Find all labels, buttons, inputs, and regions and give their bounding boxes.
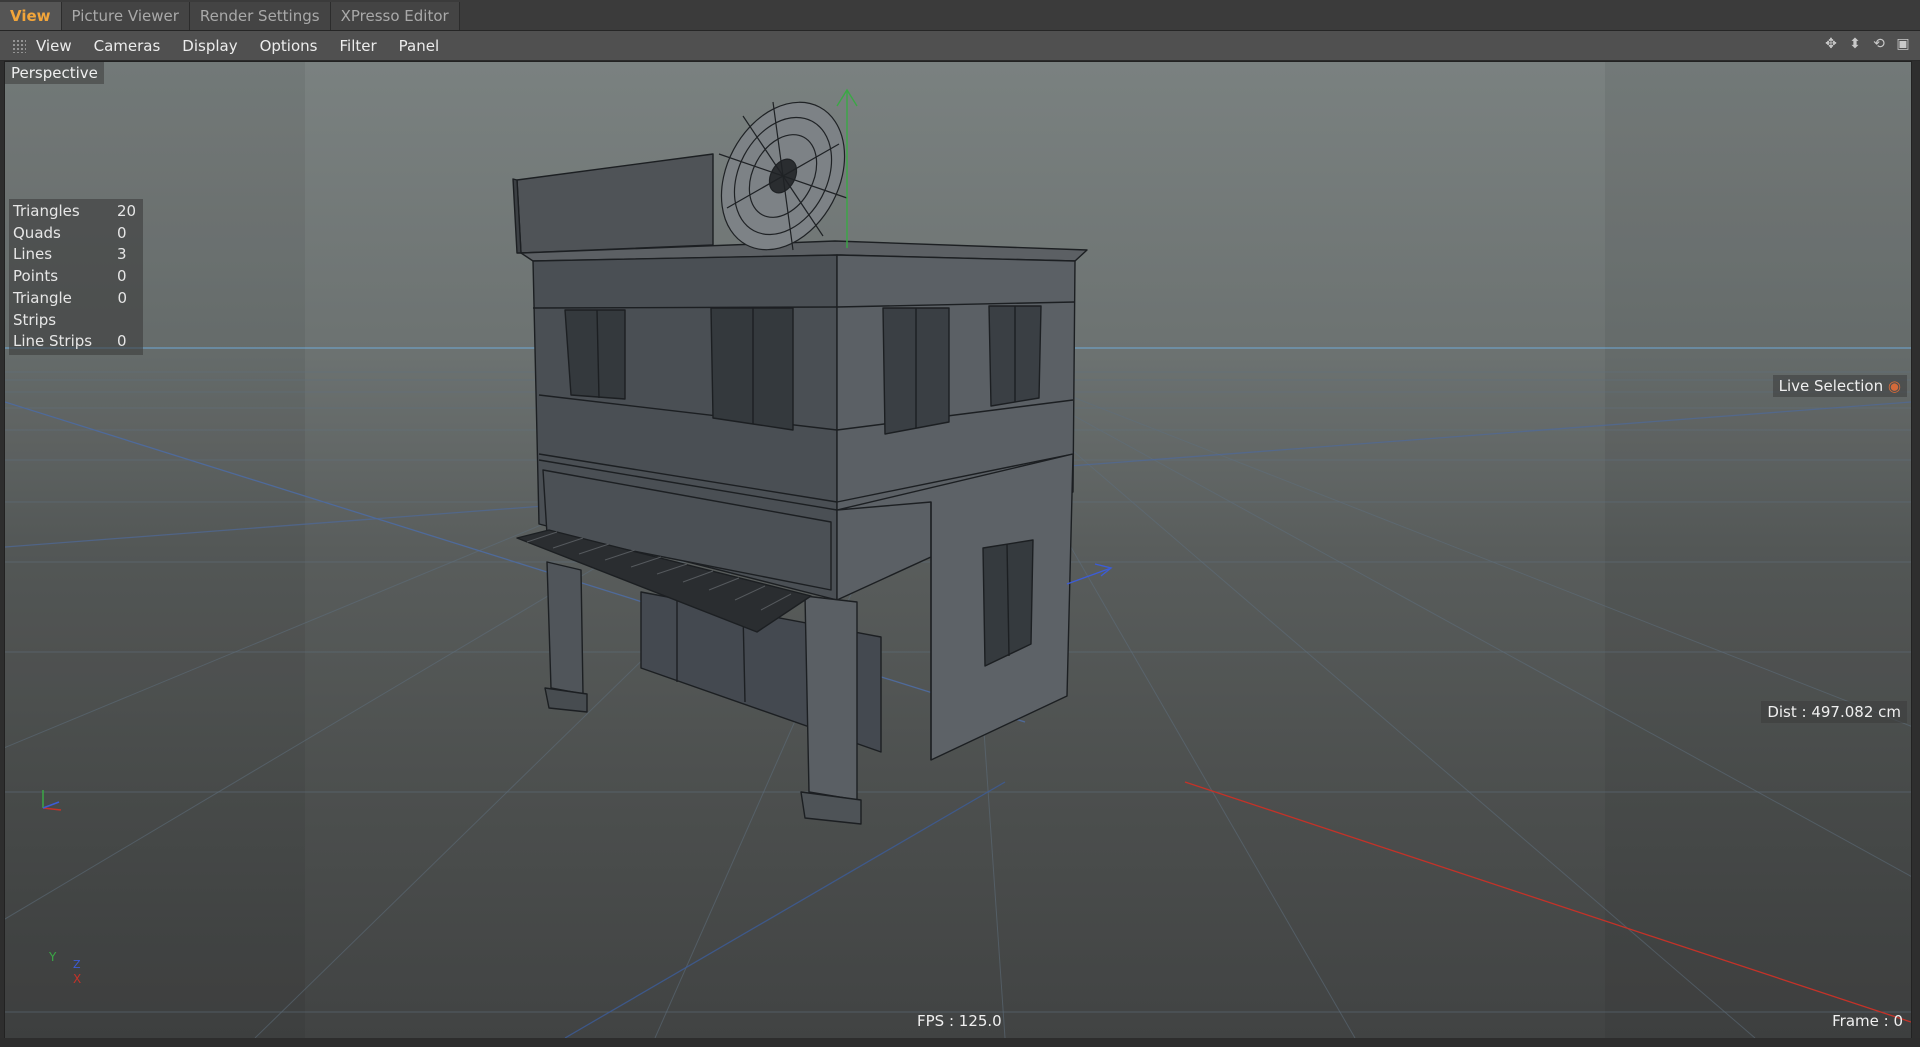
menu-panel[interactable]: Panel: [399, 37, 439, 55]
fps-readout: FPS : 125.0: [917, 1012, 1002, 1030]
panel-grip-icon[interactable]: [12, 38, 26, 53]
bottom-strip: [0, 1038, 1920, 1047]
dolly-icon[interactable]: ⬍: [1846, 35, 1864, 53]
viewport-menu-bar: View Cameras Display Options Filter Pane…: [0, 31, 1920, 61]
camera-label: Perspective: [5, 62, 104, 84]
menu-cameras[interactable]: Cameras: [94, 37, 161, 55]
stat-row: Line Strips 0: [13, 332, 127, 351]
menu-filter[interactable]: Filter: [339, 37, 376, 55]
viewport-scene: [5, 62, 1911, 1038]
menu-display[interactable]: Display: [182, 37, 237, 55]
tab-view[interactable]: View: [0, 2, 62, 30]
stat-row: Triangle Strips 0: [13, 288, 128, 329]
axis-x-label: X: [73, 972, 82, 986]
rotate-view-icon[interactable]: ⟲: [1870, 35, 1888, 53]
live-selection-icon: ◉: [1887, 377, 1901, 395]
tab-xpresso-editor[interactable]: XPresso Editor: [330, 2, 460, 30]
axis-y-label: Y: [49, 950, 57, 964]
menu-options[interactable]: Options: [260, 37, 318, 55]
tab-picture-viewer[interactable]: Picture Viewer: [61, 2, 190, 30]
tab-render-settings[interactable]: Render Settings: [189, 2, 331, 30]
building-model: [512, 153, 1088, 825]
stat-row: Quads 0: [13, 223, 127, 242]
menu-view[interactable]: View: [36, 37, 72, 55]
panel-tab-bar: View Picture Viewer Render Settings XPre…: [0, 0, 1920, 31]
viewport-nav-icons: ✥ ⬍ ⟲ ▣: [1822, 35, 1912, 53]
distance-readout: Dist : 497.082 cm: [1761, 701, 1907, 723]
stat-row: Lines 3: [13, 245, 127, 264]
scene-statistics-panel: Triangles 20 Quads 0 Lines 3 Points 0 Triang…: [9, 199, 143, 355]
live-selection-label: Live Selection: [1778, 377, 1884, 395]
stat-row: Points 0: [13, 267, 127, 286]
maximize-view-icon[interactable]: ▣: [1894, 35, 1912, 53]
stat-row: Triangles 20: [13, 202, 137, 220]
z-axis-gizmo: [1066, 563, 1113, 585]
axis-z-label: Z: [73, 958, 81, 971]
frame-readout: Frame : 0: [1832, 1012, 1903, 1030]
live-selection-indicator: Live Selection ◉: [1772, 375, 1907, 397]
perspective-viewport[interactable]: Perspective Triangles 20 Quads 0 Lines 3 Po…: [4, 61, 1912, 1039]
move-view-icon[interactable]: ✥: [1822, 35, 1840, 53]
